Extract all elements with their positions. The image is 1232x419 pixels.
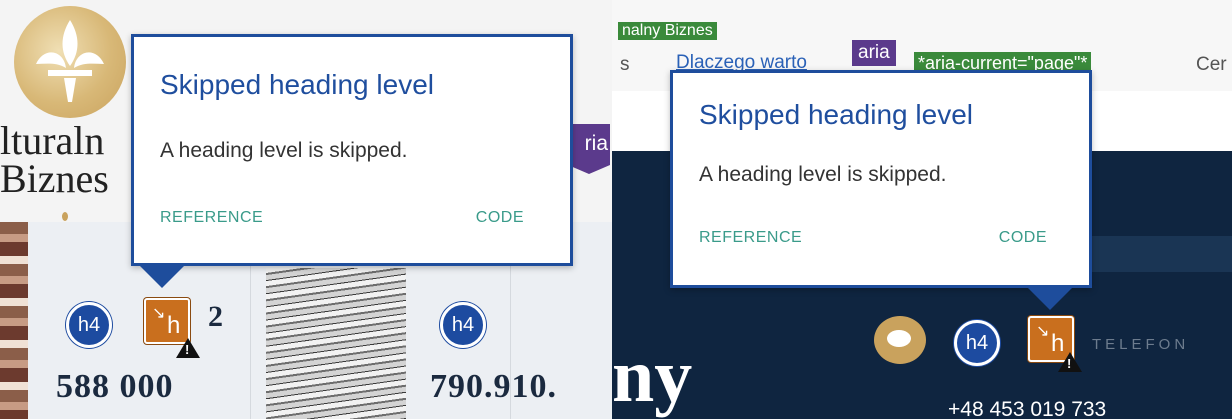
reference-link[interactable]: REFERENCE (160, 209, 263, 227)
popup-title: Skipped heading level (699, 99, 973, 130)
hero-heading: ny (612, 334, 693, 418)
phone-number[interactable]: +48 453 019 733 (948, 398, 1106, 419)
column-divider (250, 250, 251, 419)
brand-divider-dot (62, 212, 68, 221)
nav-item[interactable]: s (620, 54, 630, 76)
nav-item[interactable]: Cer (1196, 54, 1227, 76)
warning-icon: ! (176, 338, 200, 358)
newspaper-photo (266, 268, 406, 419)
telefon-label: TELEFON (1092, 336, 1190, 353)
skip-arrow-icon: ↘ (152, 305, 166, 322)
heading-h4-icon[interactable]: h4 (66, 302, 112, 348)
badge-label: h4 (451, 313, 475, 336)
fleur-logo-icon (14, 6, 126, 118)
popup-body: A heading level is skipped. (160, 139, 408, 162)
code-link[interactable]: CODE (476, 209, 524, 227)
popup-title: Skipped heading level (160, 69, 434, 100)
skipped-heading-popup: Skipped heading level A heading level is… (131, 34, 573, 266)
badge-label: h4 (965, 331, 989, 354)
heading-h4-icon[interactable]: h4 (440, 302, 486, 348)
stat-number: 588 000 (56, 368, 174, 405)
chat-bubble-icon[interactable] (874, 316, 926, 364)
stat-number: 790.910. (430, 368, 557, 405)
badge-label: h4 (77, 313, 101, 336)
reference-link[interactable]: REFERENCE (699, 229, 802, 247)
heading-h4-icon[interactable]: h4 (954, 320, 1000, 366)
popup-body: A heading level is skipped. (699, 163, 947, 186)
hero-photo (0, 222, 28, 419)
code-link[interactable]: CODE (999, 229, 1047, 247)
warning-icon: ! (1058, 352, 1082, 372)
left-screenshot-panel: lturaln Biznes ria h4 ↘ h ! 2 h4 588 000… (0, 0, 612, 419)
skipped-heading-popup: Skipped heading level A heading level is… (670, 70, 1092, 288)
brand-name: lturaln Biznes (0, 118, 109, 201)
aria-name-chip: nalny Biznes (618, 22, 717, 40)
popup-pointer (140, 266, 184, 288)
badge-label: h (167, 312, 181, 339)
skip-arrow-icon: ↘ (1036, 323, 1050, 340)
aria-chip[interactable]: aria (852, 40, 896, 66)
badge-count: 2 (208, 300, 224, 333)
aria-landmark-chip[interactable]: ria (568, 124, 610, 174)
dark-band (1082, 236, 1232, 272)
right-screenshot-panel: nalny Biznes s Dlaczego warto aria *aria… (612, 0, 1232, 419)
popup-pointer (1028, 288, 1072, 310)
